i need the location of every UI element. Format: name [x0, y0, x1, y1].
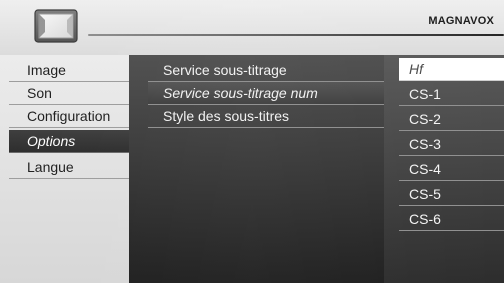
caption-service-options: Hf CS-1 CS-2 CS-3 CS-4 CS-5 CS-6: [384, 55, 504, 283]
caption-option-cs3[interactable]: CS-3: [399, 133, 504, 156]
menu-item-label: Options: [27, 133, 76, 149]
menu-item-label: Image: [27, 62, 66, 78]
brand-logo: MAGNAVOX: [428, 15, 494, 27]
submenu-item-service-sous-titrage-num[interactable]: Service sous-titrage num: [148, 82, 384, 105]
menu-item-configuration[interactable]: Configuration: [9, 105, 129, 128]
menu-item-label: Langue: [27, 159, 74, 175]
caption-option-label: CS-4: [409, 161, 441, 177]
tv-icon: [33, 9, 79, 45]
caption-option-label: CS-2: [409, 111, 441, 127]
submenu-item-label: Service sous-titrage: [163, 62, 287, 78]
menu-item-options[interactable]: Options: [9, 130, 129, 153]
caption-option-label: CS-1: [409, 86, 441, 102]
submenu-item-label: Service sous-titrage num: [163, 85, 318, 101]
submenu-item-service-sous-titrage[interactable]: Service sous-titrage: [148, 59, 384, 82]
caption-option-cs5[interactable]: CS-5: [399, 183, 504, 206]
tv-menu-screen: MAGNAVOX Image Son Configuration Options…: [0, 0, 504, 283]
caption-option-label: CS-6: [409, 211, 441, 227]
menu-item-langue[interactable]: Langue: [9, 156, 129, 179]
submenu-item-label: Style des sous-titres: [163, 108, 290, 124]
caption-option-cs1[interactable]: CS-1: [399, 83, 504, 106]
caption-option-hf[interactable]: Hf: [399, 58, 504, 81]
header-divider: [88, 34, 504, 36]
menu-header: MAGNAVOX: [0, 0, 504, 55]
caption-option-cs2[interactable]: CS-2: [399, 108, 504, 131]
menu-item-image[interactable]: Image: [9, 59, 129, 82]
caption-option-label: CS-5: [409, 186, 441, 202]
menu-item-label: Configuration: [27, 108, 111, 124]
caption-option-cs6[interactable]: CS-6: [399, 208, 504, 231]
menu-item-label: Son: [27, 85, 52, 101]
caption-option-label: Hf: [409, 61, 423, 77]
submenu-item-style-des-sous-titres[interactable]: Style des sous-titres: [148, 105, 384, 128]
caption-option-cs4[interactable]: CS-4: [399, 158, 504, 181]
options-submenu: Service sous-titrage Service sous-titrag…: [129, 55, 384, 283]
caption-option-label: CS-3: [409, 136, 441, 152]
main-menu: Image Son Configuration Options Langue: [0, 55, 129, 283]
menu-item-son[interactable]: Son: [9, 82, 129, 105]
